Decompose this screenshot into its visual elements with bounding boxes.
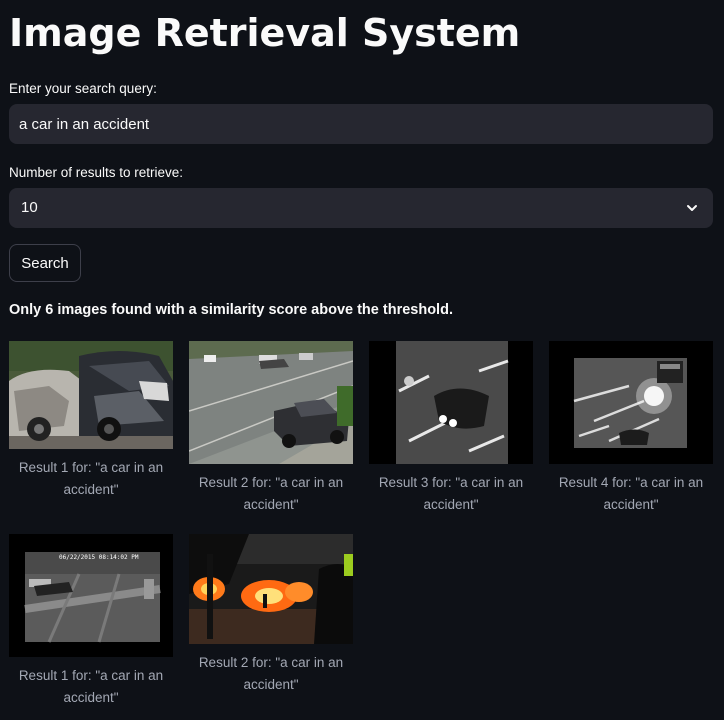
num-results-select[interactable]: 10 (9, 188, 713, 228)
num-results-value: 10 (21, 199, 38, 216)
result-card: Result 3 for: "a car in an accident" (369, 341, 533, 516)
result-image (9, 341, 173, 449)
num-results-label: Number of results to retrieve: (9, 165, 184, 180)
results-info-text: Only 6 images found with a similarity sc… (9, 302, 453, 318)
search-input-container[interactable] (9, 104, 713, 144)
result-caption: Result 1 for: "a car in an accident" (18, 460, 164, 497)
chevron-down-icon (685, 201, 699, 215)
result-caption: Result 2 for: "a car in an accident" (198, 475, 344, 512)
result-image (549, 341, 713, 464)
page-title: Image Retrieval System (9, 11, 521, 55)
result-card: Result 2 for: "a car in an accident" (189, 534, 353, 696)
result-image: 06/22/2015 08:14:02 PM (9, 534, 173, 657)
search-button[interactable]: Search (9, 244, 81, 282)
result-caption: Result 2 for: "a car in an accident" (198, 655, 344, 692)
result-image (189, 534, 353, 644)
result-card: Result 2 for: "a car in an accident" (189, 341, 353, 516)
cctv-timestamp: 06/22/2015 08:14:02 PM (59, 554, 139, 561)
query-label: Enter your search query: (9, 81, 157, 96)
search-input[interactable] (9, 104, 713, 144)
result-caption: Result 4 for: "a car in an accident" (558, 475, 704, 512)
result-image (189, 341, 353, 464)
result-card: 06/22/2015 08:14:02 PM Result 1 for: "a … (9, 534, 173, 709)
result-caption: Result 1 for: "a car in an accident" (18, 668, 164, 705)
app-root: Image Retrieval System Enter your search… (0, 0, 724, 720)
result-caption: Result 3 for: "a car in an accident" (378, 475, 524, 512)
result-image (369, 341, 533, 464)
result-card: Result 4 for: "a car in an accident" (549, 341, 713, 516)
result-card: Result 1 for: "a car in an accident" (9, 341, 173, 501)
